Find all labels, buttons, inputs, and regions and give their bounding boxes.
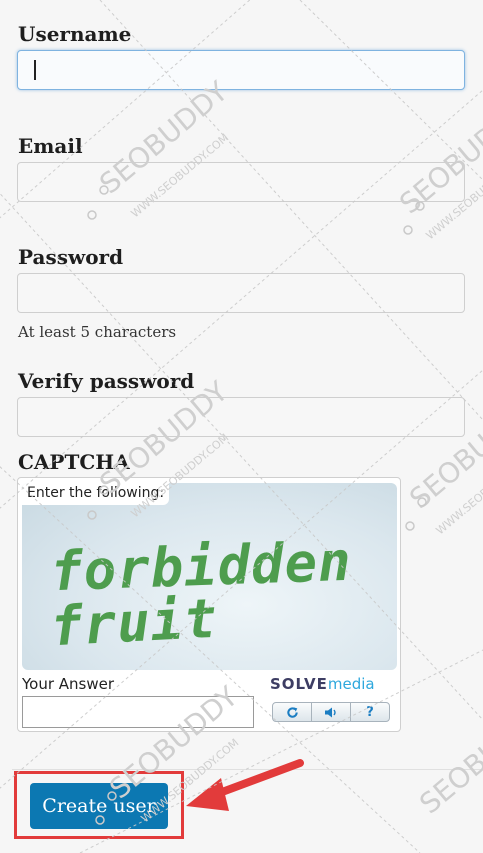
annotation-arrow-icon <box>186 759 304 811</box>
